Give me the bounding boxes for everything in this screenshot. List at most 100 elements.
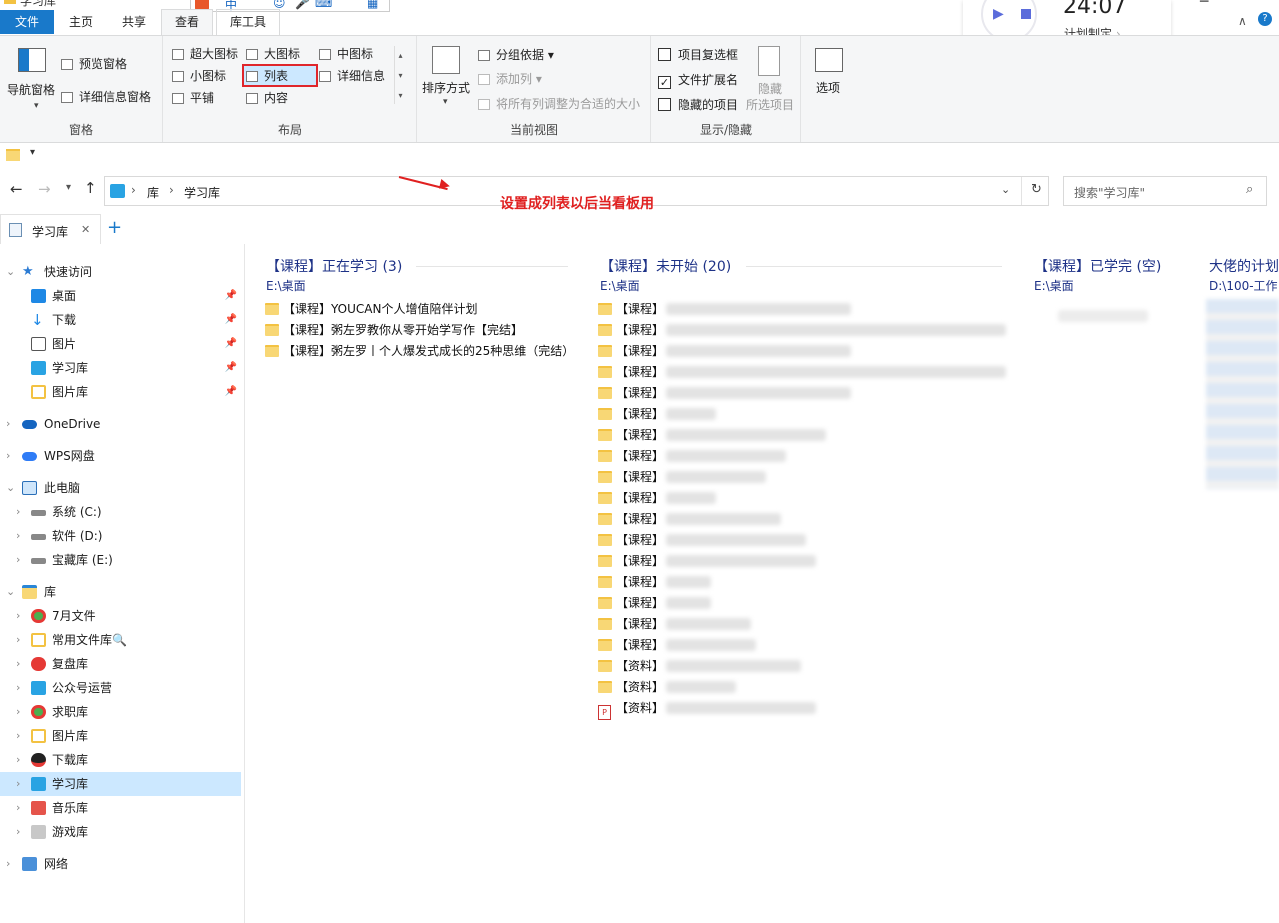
nav-lib-review[interactable]: › 复盘库 bbox=[0, 652, 241, 676]
nav-lib-study[interactable]: › 学习库 bbox=[0, 772, 241, 796]
address-dropdown-icon[interactable]: ⌄ bbox=[1001, 183, 1010, 196]
layout-details[interactable]: 详细信息 bbox=[319, 68, 385, 84]
layout-medium-icons[interactable]: 中图标 bbox=[319, 46, 373, 62]
list-item[interactable]: 【课程】 bbox=[598, 593, 712, 614]
list-item[interactable]: 【课程】 bbox=[598, 572, 712, 593]
layout-scroll[interactable]: ▴ ▾ ▾ bbox=[394, 46, 406, 104]
stop-icon[interactable] bbox=[1021, 9, 1031, 19]
search-input[interactable]: 搜索"学习库" bbox=[1074, 184, 1145, 201]
play-icon[interactable]: ▶ bbox=[993, 6, 1004, 22]
nav-drive-e[interactable]: › 宝藏库 (E:) bbox=[0, 548, 241, 572]
nav-this-pc[interactable]: ⌄ 此电脑 bbox=[0, 476, 241, 500]
group-header[interactable]: 大佬的计划 bbox=[1209, 256, 1279, 276]
hide-button[interactable]: 隐藏 bbox=[758, 81, 782, 97]
recent-locations-icon[interactable]: ▾ bbox=[66, 182, 71, 193]
nav-onedrive[interactable]: › OneDrive bbox=[0, 412, 241, 436]
breadcrumb-library[interactable]: 库 bbox=[147, 184, 159, 201]
list-item[interactable]: 【资料】 bbox=[598, 677, 737, 698]
group-header[interactable]: 【课程】已学完 (空) bbox=[1034, 256, 1161, 276]
layout-xl-icons[interactable]: 超大图标 bbox=[172, 46, 238, 62]
pin-icon[interactable]: 📌 bbox=[225, 356, 237, 380]
qat-dropdown-icon[interactable]: ▾ bbox=[30, 147, 35, 158]
list-item[interactable]: P 【资料】 bbox=[598, 698, 817, 720]
list-item[interactable]: 【课程】YOUCAN个人增值陪伴计划 bbox=[265, 299, 477, 320]
pin-icon[interactable]: 📌 bbox=[225, 308, 237, 332]
group-header[interactable]: 【课程】正在学习 (3) bbox=[266, 256, 402, 276]
layout-large-icons[interactable]: 大图标 bbox=[246, 46, 300, 62]
layout-small-icons[interactable]: 小图标 bbox=[172, 68, 226, 84]
minimize-button[interactable]: ─ bbox=[1200, 0, 1208, 10]
search-icon[interactable]: ⌕ bbox=[1246, 182, 1253, 197]
group-header[interactable]: 【课程】未开始 (20) bbox=[600, 256, 731, 276]
nav-lib-wechat[interactable]: › 公众号运营 bbox=[0, 676, 241, 700]
search-box[interactable]: 搜索"学习库" ⌕ bbox=[1063, 176, 1267, 206]
list-item[interactable]: 【资料】 bbox=[598, 656, 802, 677]
list-item[interactable]: 【课程】 bbox=[598, 488, 717, 509]
collapse-ribbon-icon[interactable]: ∧ bbox=[1238, 14, 1247, 28]
tab-share[interactable]: 共享 bbox=[109, 10, 159, 34]
item-checkbox-toggle[interactable]: 项目复选框 bbox=[658, 47, 738, 63]
list-item[interactable]: 【课程】 bbox=[598, 404, 717, 425]
nav-pane-button[interactable]: 导航窗格 bbox=[7, 82, 55, 98]
layout-content[interactable]: 内容 bbox=[246, 90, 288, 106]
add-tab-button[interactable]: + bbox=[107, 217, 122, 238]
group-by-button[interactable]: 分组依据 ▾ bbox=[478, 47, 554, 63]
layout-tiles[interactable]: 平铺 bbox=[172, 90, 214, 106]
list-item[interactable]: 【课程】 bbox=[598, 635, 757, 656]
help-icon[interactable]: ? bbox=[1258, 12, 1272, 26]
fit-columns-button[interactable]: 将所有列调整为合适的大小 bbox=[478, 96, 640, 112]
keyboard-icon[interactable]: ⌨ bbox=[315, 0, 332, 10]
list-item[interactable]: 【课程】粥左罗教你从零开始学写作【完结】 bbox=[265, 320, 523, 341]
nav-item-downloads[interactable]: ↓ 下载 📌 bbox=[0, 308, 241, 332]
nav-lib-music[interactable]: › 音乐库 bbox=[0, 796, 241, 820]
add-column-button[interactable]: 添加列 ▾ bbox=[478, 71, 542, 87]
file-ext-toggle[interactable]: ✓ 文件扩展名 bbox=[658, 72, 738, 89]
breadcrumb-current[interactable]: 学习库 bbox=[184, 184, 220, 201]
nav-item-study-lib[interactable]: 学习库 📌 bbox=[0, 356, 241, 380]
tab-library-tools[interactable]: 库工具 bbox=[216, 9, 281, 35]
nav-lib-games[interactable]: › 游戏库 bbox=[0, 820, 241, 844]
nav-drive-c[interactable]: › 系统 (C:) bbox=[0, 500, 241, 524]
list-item[interactable]: 【课程】 bbox=[598, 446, 787, 467]
list-item[interactable]: 【课程】 bbox=[598, 467, 767, 488]
mic-icon[interactable]: 🎤 bbox=[295, 0, 310, 10]
pin-icon[interactable]: 📌 bbox=[225, 380, 237, 404]
list-item[interactable]: 【课程】 bbox=[598, 509, 782, 530]
grid-icon[interactable]: ▦ bbox=[367, 0, 378, 10]
nav-lib-july[interactable]: › 7月文件 bbox=[0, 604, 241, 628]
list-item[interactable]: 【课程】 bbox=[598, 320, 1007, 341]
list-item[interactable]: 【课程】 bbox=[598, 530, 807, 551]
nav-item-pictures[interactable]: 图片 📌 bbox=[0, 332, 241, 356]
layout-list[interactable]: 列表 bbox=[242, 64, 318, 87]
forward-button[interactable]: → bbox=[38, 180, 51, 198]
list-item[interactable]: 【课程】 bbox=[598, 362, 1007, 383]
nav-quick-access[interactable]: ⌄ ★ 快速访问 bbox=[0, 260, 241, 284]
list-item[interactable]: 【课程】 bbox=[598, 341, 852, 362]
close-tab-icon[interactable]: ✕ bbox=[81, 223, 90, 236]
nav-lib-pictures[interactable]: › 图片库 bbox=[0, 724, 241, 748]
preview-pane-button[interactable]: 预览窗格 bbox=[61, 56, 127, 72]
details-pane-button[interactable]: 详细信息窗格 bbox=[61, 89, 151, 105]
pin-icon[interactable]: 📌 bbox=[225, 332, 237, 356]
options-button[interactable]: 选项 bbox=[816, 80, 840, 96]
tab-view[interactable]: 查看 bbox=[161, 9, 214, 35]
nav-item-desktop[interactable]: 桌面 📌 bbox=[0, 284, 241, 308]
pin-icon[interactable]: 📌 bbox=[225, 284, 237, 308]
list-item[interactable]: 【课程】 bbox=[598, 425, 827, 446]
nav-lib-jobs[interactable]: › 求职库 bbox=[0, 700, 241, 724]
tab-home[interactable]: 主页 bbox=[56, 10, 106, 34]
nav-lib-common[interactable]: › 常用文件库🔍 bbox=[0, 628, 241, 652]
nav-libraries[interactable]: ⌄ 库 bbox=[0, 580, 241, 604]
nav-network[interactable]: › 网络 bbox=[0, 852, 241, 876]
list-item[interactable]: 【课程】 bbox=[598, 614, 752, 635]
hidden-items-toggle[interactable]: 隐藏的项目 bbox=[658, 97, 738, 113]
list-item[interactable]: 【课程】 bbox=[598, 551, 817, 572]
nav-wps[interactable]: › WPS网盘 bbox=[0, 444, 241, 468]
nav-item-picture-lib[interactable]: 图片库 📌 bbox=[0, 380, 241, 404]
refresh-icon[interactable]: ↻ bbox=[1031, 182, 1042, 197]
nav-lib-downloads[interactable]: › 下载库 bbox=[0, 748, 241, 772]
nav-drive-d[interactable]: › 软件 (D:) bbox=[0, 524, 241, 548]
list-item[interactable]: 【课程】粥左罗丨个人爆发式成长的25种思维（完结） bbox=[265, 341, 574, 362]
explorer-tab[interactable]: 学习库 ✕ bbox=[0, 214, 101, 244]
list-item[interactable]: 【课程】 bbox=[598, 383, 852, 404]
